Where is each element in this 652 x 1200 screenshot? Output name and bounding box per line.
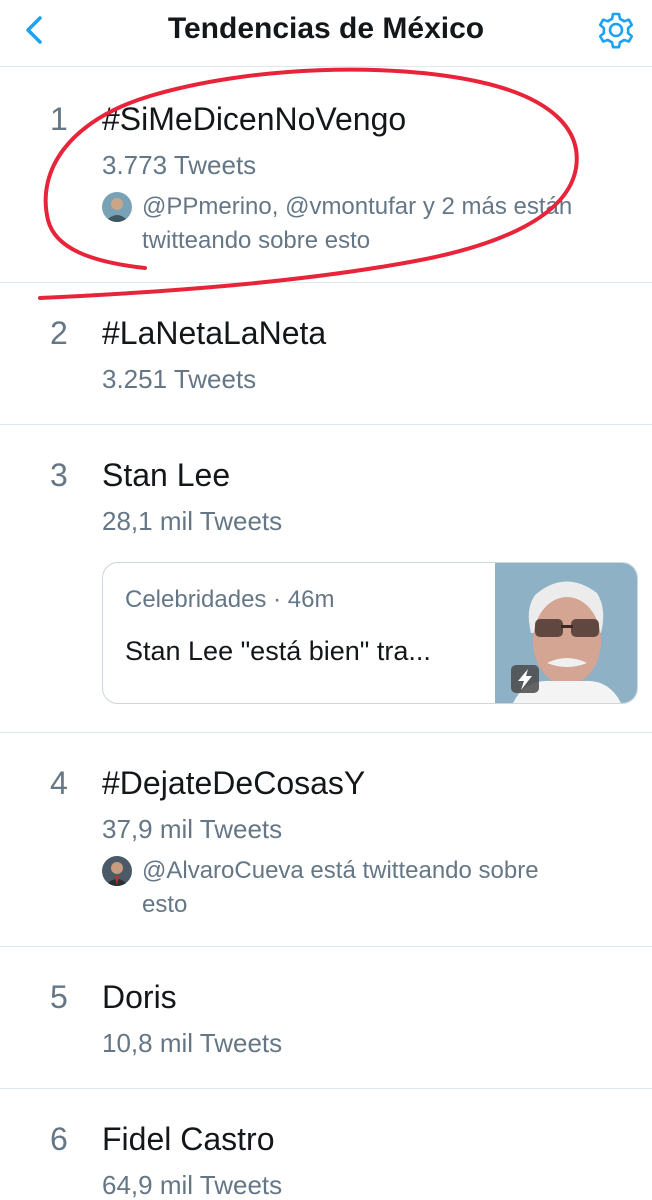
trend-name: Fidel Castro (102, 1121, 275, 1157)
trend-item-2[interactable]: 2 #LaNetaLaNeta 3.251 Tweets (0, 282, 652, 425)
trend-rank: 4 (50, 765, 68, 801)
trend-tweet-count: 10,8 mil Tweets (102, 1028, 283, 1058)
trend-item-6[interactable]: 6 Fidel Castro 64,9 mil Tweets (0, 1088, 652, 1200)
trend-name: Doris (102, 979, 177, 1015)
trend-rank: 3 (50, 457, 68, 493)
news-card-headline: Stan Lee "está bien" tra... (125, 636, 431, 666)
trend-tweet-count: 28,1 mil Tweets (102, 506, 283, 536)
trend-item-1[interactable]: 1 #SiMeDicenNoVengo 3.773 Tweets @PPmeri… (0, 66, 652, 283)
trend-item-5[interactable]: 5 Doris 10,8 mil Tweets (0, 946, 652, 1089)
trend-tweet-count: 37,9 mil Tweets (102, 814, 283, 844)
news-card-meta: Celebridades · 46m (125, 585, 334, 615)
gear-icon[interactable] (596, 10, 636, 50)
trend-item-4[interactable]: 4 #DejateDeCosasY 37,9 mil Tweets @Alvar… (0, 732, 652, 947)
trend-context-text: @AlvaroCueva está twitteando sobre esto (142, 857, 539, 918)
meta-separator: · (266, 586, 288, 613)
trend-tweet-count: 3.773 Tweets (102, 150, 257, 180)
nav-bar: Tendencias de México (0, 0, 652, 67)
news-card[interactable]: Celebridades · 46m Stan Lee "está bien" … (102, 562, 638, 704)
trend-rank: 5 (50, 979, 68, 1015)
trend-name: #SiMeDicenNoVengo (102, 101, 407, 137)
trend-rank: 2 (50, 315, 68, 351)
news-card-time: 46m (287, 586, 335, 613)
trend-name: #LaNetaLaNeta (102, 315, 327, 351)
news-card-thumbnail (495, 563, 637, 703)
trend-tweet-count: 3.251 Tweets (102, 364, 257, 394)
avatar (102, 192, 132, 222)
news-card-category: Celebridades (125, 586, 267, 613)
trend-rank: 6 (50, 1121, 68, 1157)
trend-rank: 1 (50, 101, 68, 137)
trend-name: Stan Lee (102, 457, 231, 493)
page-title: Tendencias de México (167, 12, 485, 45)
lightning-icon (511, 665, 539, 693)
trend-context-text: @PPmerino, @vmontufar y 2 más están twit… (142, 193, 573, 254)
trend-tweet-count: 64,9 mil Tweets (102, 1170, 283, 1200)
avatar (102, 856, 132, 886)
trend-name: #DejateDeCosasY (102, 765, 366, 801)
